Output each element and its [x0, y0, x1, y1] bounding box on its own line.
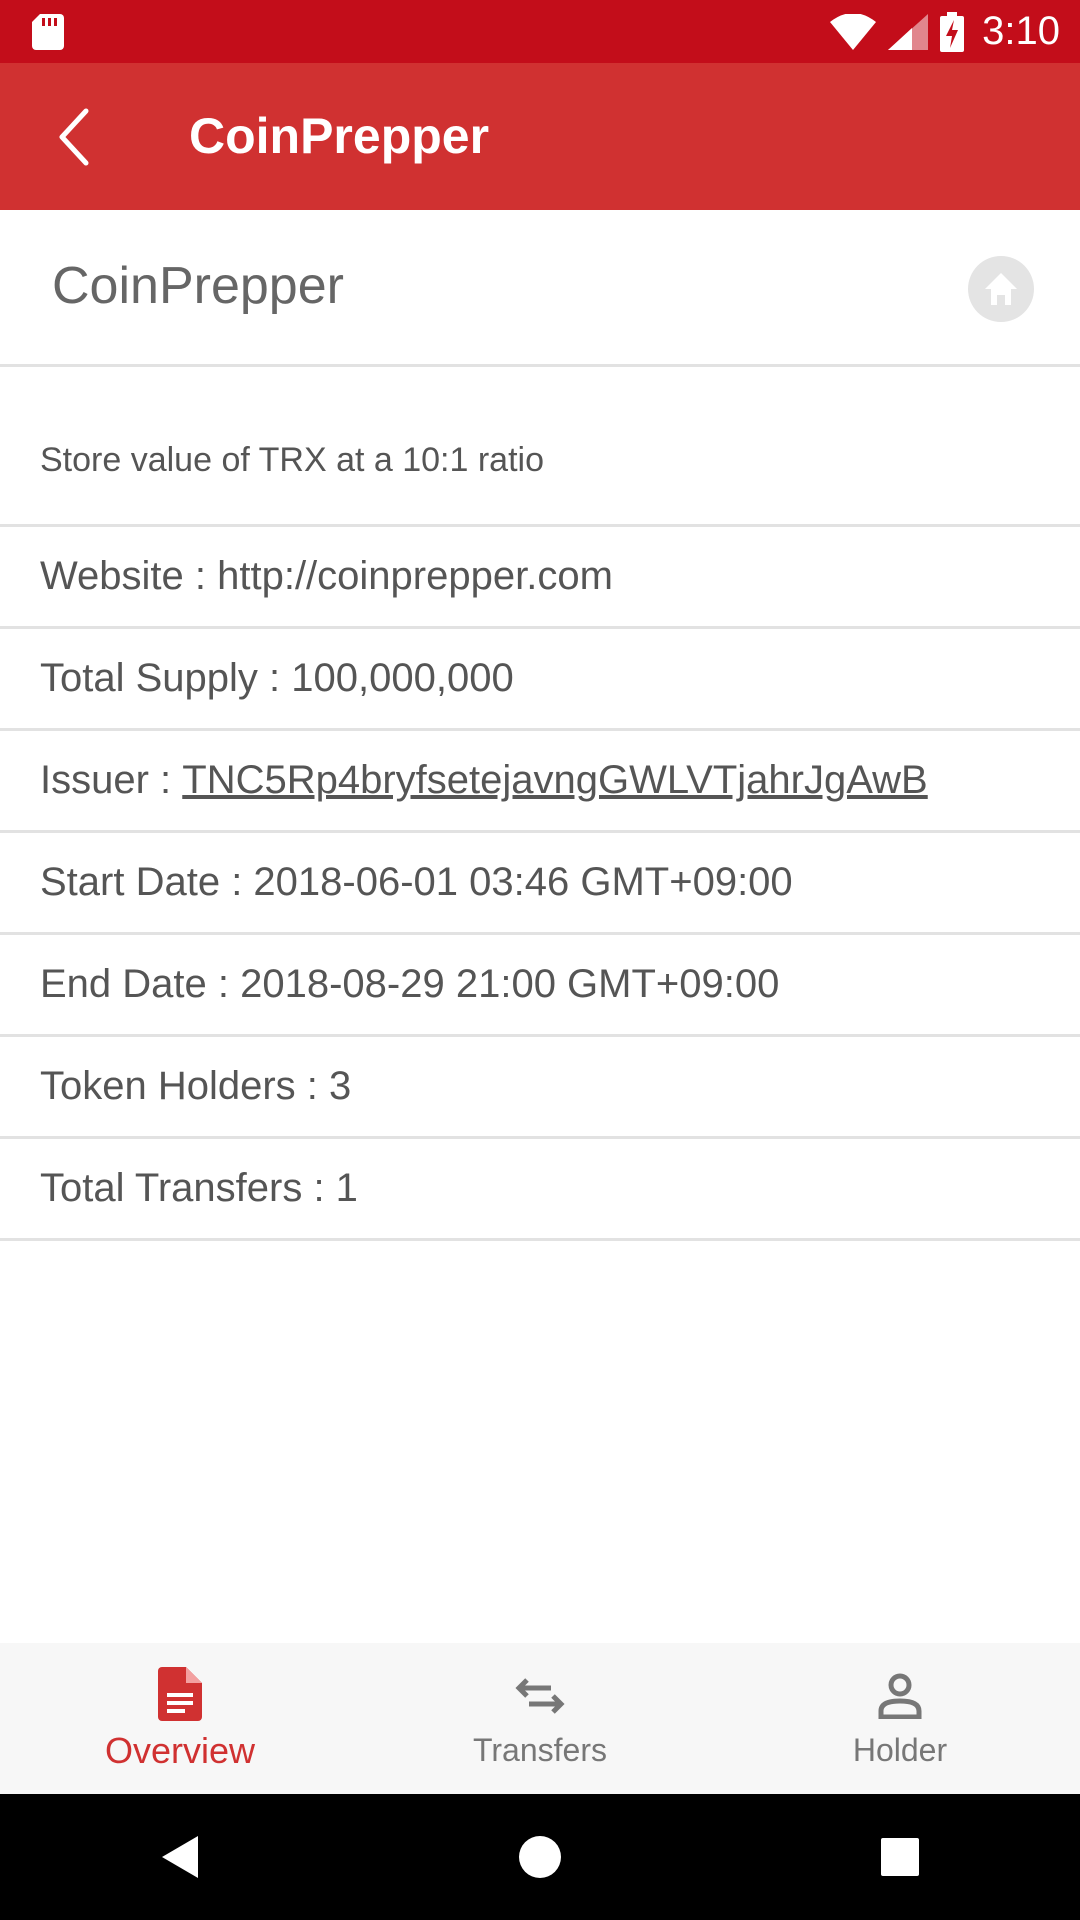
home-icon: [985, 273, 1017, 305]
start-date-row: Start Date : 2018-06-01 03:46 GMT+09:00: [0, 833, 1080, 935]
tab-overview-label: Overview: [104, 1729, 256, 1771]
tab-overview[interactable]: Overview: [0, 1643, 360, 1794]
swap-arrows-icon: [515, 1678, 565, 1714]
token-header: CoinPrepper: [0, 210, 1080, 367]
info-list: Website : http://coinprepper.com Total S…: [0, 527, 1080, 1241]
status-time: 3:10: [982, 9, 1060, 53]
tab-transfers[interactable]: Transfers: [360, 1643, 720, 1794]
home-circle-icon: [519, 1836, 561, 1878]
system-back-button[interactable]: [140, 1817, 220, 1897]
issuer-label: Issuer :: [40, 758, 183, 802]
recents-square-icon: [881, 1838, 919, 1876]
token-description: Store value of TRX at a 10:1 ratio: [40, 441, 544, 479]
tab-transfers-label: Transfers: [473, 1732, 607, 1768]
sd-card-icon: [32, 14, 64, 50]
app-title: CoinPrepper: [189, 108, 490, 164]
person-icon: [878, 1673, 922, 1719]
document-icon: [158, 1666, 202, 1721]
system-nav-bar: [0, 1794, 1080, 1920]
chevron-left-icon: [59, 108, 89, 166]
token-name: CoinPrepper: [52, 257, 344, 315]
description-row: Store value of TRX at a 10:1 ratio: [0, 367, 1080, 527]
issuer-row: Issuer : TNC5Rp4bryfsetejavngGWLVTjahrJg…: [0, 731, 1080, 833]
signal-icon: [888, 13, 929, 50]
status-icons: 3:10: [830, 0, 1060, 63]
battery-charging-icon: [940, 11, 965, 52]
back-button[interactable]: [36, 99, 112, 175]
app-bar: CoinPrepper: [0, 63, 1080, 210]
system-recents-button[interactable]: [860, 1817, 940, 1897]
back-triangle-icon: [162, 1836, 198, 1878]
system-home-button[interactable]: [500, 1817, 580, 1897]
tab-holder-label: Holder: [852, 1732, 948, 1768]
total-transfers-row: Total Transfers : 1: [0, 1139, 1080, 1241]
issuer-address-link[interactable]: TNC5Rp4bryfsetejavngGWLVTjahrJgAwB: [182, 758, 927, 803]
tab-holder[interactable]: Holder: [720, 1643, 1080, 1794]
wifi-icon: [830, 13, 877, 50]
bottom-nav: Overview Transfers Holder: [0, 1643, 1080, 1794]
home-button[interactable]: [968, 256, 1034, 322]
token-holders-row: Token Holders : 3: [0, 1037, 1080, 1139]
end-date-row: End Date : 2018-08-29 21:00 GMT+09:00: [0, 935, 1080, 1037]
website-row[interactable]: Website : http://coinprepper.com: [0, 527, 1080, 629]
status-bar: 3:10: [0, 0, 1080, 63]
total-supply-row: Total Supply : 100,000,000: [0, 629, 1080, 731]
